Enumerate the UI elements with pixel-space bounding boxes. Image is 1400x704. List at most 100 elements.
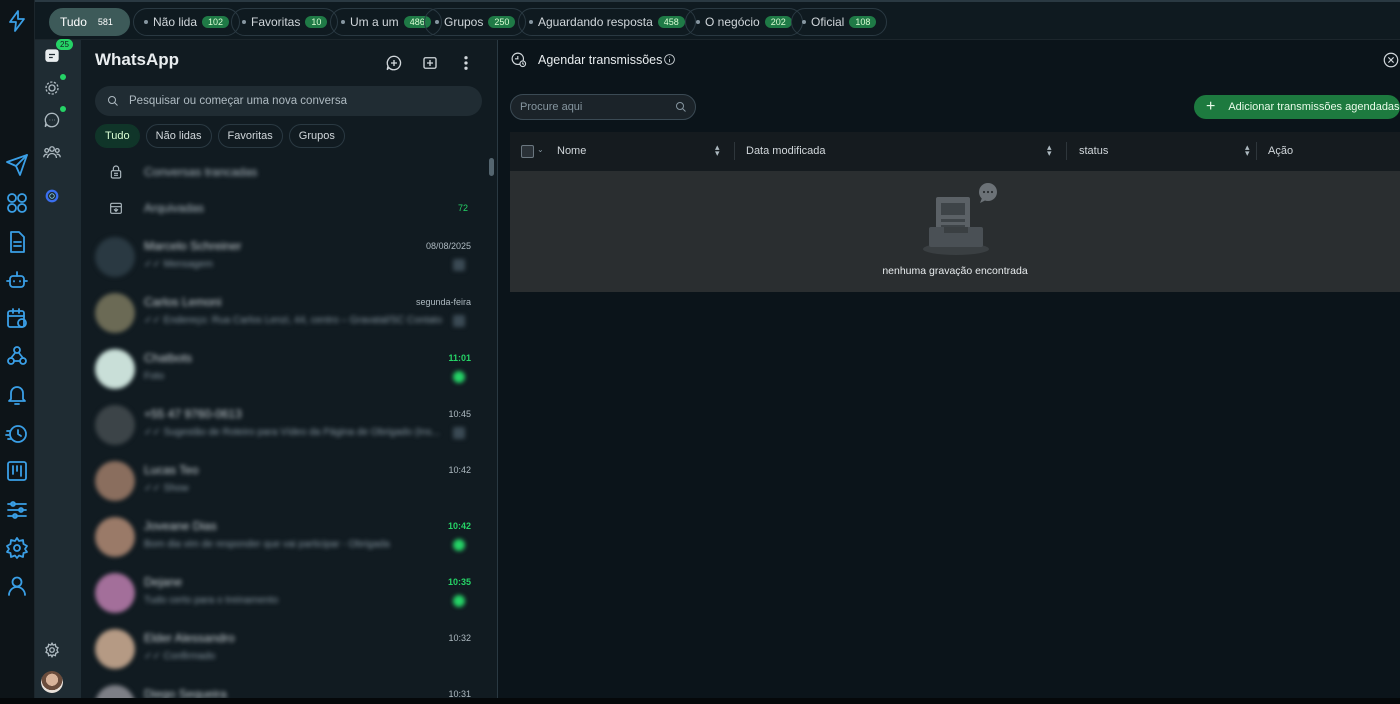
chat-row[interactable]: Dejane Tudo certo para o treinamento 10:… — [81, 567, 491, 623]
kanban-icon[interactable] — [4, 458, 30, 484]
user-icon[interactable] — [4, 573, 30, 599]
filter-pill-grupos[interactable]: Grupos — [288, 124, 345, 148]
chat-preview: Foto — [144, 371, 165, 382]
filter-chip-grupos[interactable]: Grupos 250 — [424, 8, 527, 36]
meta-ai-icon[interactable] — [38, 182, 66, 210]
more-vertical-icon — [464, 56, 468, 70]
search-placeholder: Procure aqui — [520, 101, 583, 113]
chat-time: 08/08/2025 — [425, 241, 471, 251]
chat-name: Lucas Teo — [144, 463, 199, 477]
chip-count: 108 — [849, 16, 877, 28]
pin-icon — [453, 315, 465, 327]
calendar-clock-icon[interactable] — [4, 305, 30, 331]
chat-preview: ✓✓ Show — [144, 483, 189, 494]
chat-row[interactable]: Chatbots Foto 11:01 — [81, 343, 491, 399]
communities-icon[interactable] — [38, 138, 66, 166]
locked-chats-row[interactable]: Conversas trancadas — [81, 155, 497, 189]
grid-icon[interactable] — [4, 190, 30, 216]
chat-name: Carlos Lemoni — [144, 295, 222, 309]
settings-icon[interactable] — [4, 535, 30, 561]
chat-row[interactable]: Carlos Lemoni ✓✓ Endereço: Rua Carlos Le… — [81, 287, 491, 343]
dot-icon — [529, 20, 533, 24]
send-icon[interactable] — [4, 152, 30, 178]
chat-time: segunda-feira — [415, 297, 471, 307]
filter-pill-nao-lidas[interactable]: Não lidas — [145, 124, 212, 148]
column-header-status[interactable]: status — [1079, 145, 1108, 157]
chat-row[interactable]: Marcelo Schreiner ✓✓ Mensagem 08/08/2025 — [81, 231, 491, 287]
column-header-nome[interactable]: Nome — [557, 145, 586, 157]
panel-title: Agendar transmissões — [538, 53, 663, 67]
profile-avatar[interactable] — [38, 668, 66, 696]
unread-badge — [453, 371, 465, 383]
chip-label: Oficial — [811, 15, 845, 29]
chat-row[interactable]: +55 47 9760-0613 ✓✓ Sugestão de Roteiro … — [81, 399, 491, 455]
sort-icon[interactable]: ▴ ▾ — [715, 143, 720, 158]
new-chat-icon — [386, 55, 402, 71]
chat-time: 10:35 — [447, 577, 471, 587]
column-header-data-modificada[interactable]: Data modificada — [746, 145, 826, 157]
chat-preview: ✓✓ Sugestão de Roteiro para Vídeo da Pág… — [144, 427, 440, 438]
chip-count: 581 — [97, 17, 113, 27]
chat-time: 10:45 — [448, 409, 471, 419]
chat-preview: Tudo certo para o treinamento — [144, 595, 279, 606]
document-icon[interactable] — [4, 229, 30, 255]
pin-icon — [453, 259, 465, 271]
search-icon — [675, 101, 687, 113]
archived-label: Arquivadas — [144, 201, 205, 215]
filter-pill-tudo[interactable]: Tudo — [95, 124, 140, 148]
filter-chip-o-negocio[interactable]: O negócio 202 — [685, 8, 803, 36]
new-group-button[interactable] — [419, 52, 441, 74]
filter-chip-nao-lida[interactable]: Não lida 102 — [133, 8, 241, 36]
dot-icon — [435, 20, 439, 24]
select-all-checkbox[interactable] — [521, 145, 534, 158]
chat-row[interactable]: Diego Sequeira 10:31 — [81, 679, 491, 698]
status-icon[interactable] — [38, 74, 66, 102]
chevron-down-icon[interactable]: ⌄ — [537, 145, 544, 154]
plus-icon: + — [1206, 98, 1216, 115]
filter-pill-favoritas[interactable]: Favoritas — [217, 124, 283, 148]
new-chat-button[interactable] — [383, 52, 405, 74]
robot-icon[interactable] — [4, 267, 30, 293]
chats-icon[interactable]: 25 — [38, 39, 73, 70]
sort-icon[interactable]: ▴ ▾ — [1047, 143, 1052, 158]
webhook-icon[interactable] — [4, 343, 30, 369]
menu-button[interactable] — [455, 52, 477, 74]
add-scheduled-broadcast-button[interactable]: + Adicionar transmissões agendadas — [1194, 95, 1400, 119]
sort-icon[interactable]: ▴ ▾ — [1245, 143, 1250, 158]
chip-label: O negócio — [705, 15, 760, 29]
chat-row[interactable]: Lucas Teo ✓✓ Show 10:42 — [81, 455, 491, 511]
chat-name: +55 47 9760-0613 — [144, 407, 242, 421]
chat-row[interactable]: Elder Alessandro ✓✓ Confirmado 10:32 — [81, 623, 491, 679]
avatar — [95, 405, 135, 445]
avatar — [95, 237, 135, 277]
archived-row[interactable]: Arquivadas 72 — [81, 191, 497, 225]
stopwatch-icon[interactable] — [4, 420, 30, 446]
chat-search-input[interactable]: Pesquisar ou começar uma nova conversa — [95, 86, 482, 116]
filter-chip-favoritas[interactable]: Favoritas 10 — [231, 8, 339, 36]
extension-sidebar — [0, 0, 35, 698]
filter-chip-tudo[interactable]: Tudo 581 — [49, 8, 130, 36]
channels-dot — [60, 106, 66, 112]
chip-label: Favoritas — [251, 15, 301, 29]
sliders-icon[interactable] — [4, 497, 30, 523]
chat-name: Chatbots — [144, 351, 193, 365]
chip-label: Aguardando resposta — [538, 15, 653, 29]
settings-icon[interactable] — [38, 636, 66, 664]
filter-chip-aguardando-resposta[interactable]: Aguardando resposta 458 — [518, 8, 696, 36]
chat-name: Elder Alessandro — [144, 631, 235, 645]
bell-icon[interactable] — [4, 382, 30, 408]
chat-time: 10:42 — [448, 465, 471, 475]
filter-chip-oficial[interactable]: Oficial 108 — [791, 8, 888, 36]
whatsapp-nav: 25 — [35, 39, 81, 698]
avatar — [95, 685, 135, 698]
chip-label: Um a um — [350, 15, 399, 29]
lightning-icon[interactable] — [4, 8, 30, 34]
close-icon[interactable] — [1382, 51, 1400, 69]
chat-name: Marcelo Schreiner — [144, 239, 242, 253]
broadcast-search-input[interactable]: Procure aqui — [510, 94, 696, 120]
channels-icon[interactable] — [38, 106, 66, 134]
chat-row[interactable]: Joveane Dias Bom dia vim de responder qu… — [81, 511, 491, 567]
chat-filter-bar: Tudo 581 Não lida 102 Favoritas 10 Um a … — [35, 0, 1400, 40]
chat-filter-pills: Tudo Não lidas Favoritas Grupos — [95, 124, 345, 148]
info-icon[interactable] — [663, 53, 676, 66]
